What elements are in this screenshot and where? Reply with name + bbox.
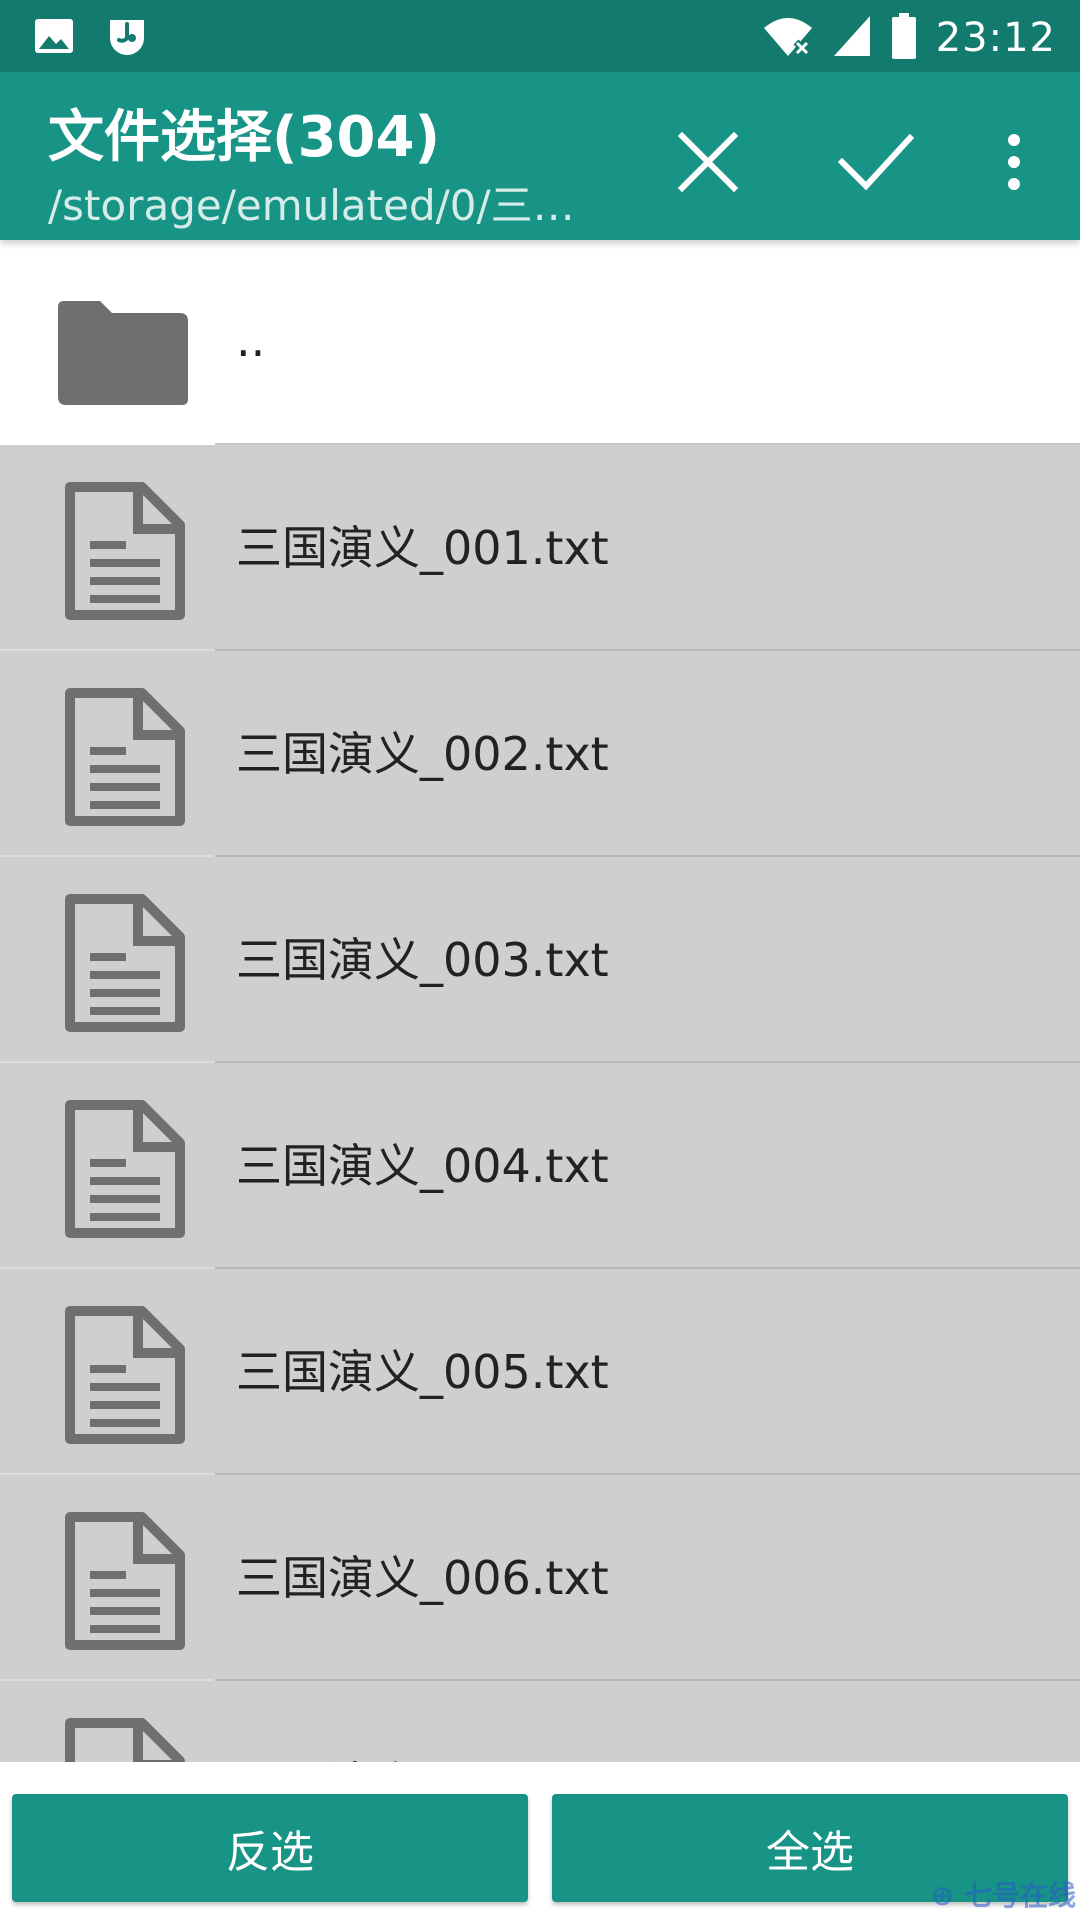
text-file-icon (65, 482, 185, 620)
status-right-icons: 23:12 (762, 12, 1056, 64)
parent-directory-label: .. (236, 313, 266, 367)
status-left-icons (34, 16, 148, 62)
text-file-icon (65, 1512, 185, 1650)
notification-app-icon (106, 16, 148, 62)
status-time: 23:12 (935, 15, 1056, 61)
text-file-icon (65, 894, 185, 1032)
file-list[interactable]: .. 三国演义_001.txt 三国演义_002.txt 三国演义_003.tx… (0, 240, 1080, 1762)
cancel-button[interactable] (660, 114, 756, 210)
file-row[interactable]: 三国演义_004.txt (0, 1063, 1080, 1269)
file-row[interactable]: 三国演义_007.txt (0, 1681, 1080, 1762)
status-bar: 23:12 (0, 0, 1080, 72)
file-row[interactable]: 三国演义_003.txt (0, 857, 1080, 1063)
more-options-button[interactable] (966, 114, 1062, 210)
file-name: 三国演义_007.txt (236, 1681, 609, 1762)
signal-icon (832, 14, 872, 62)
watermark-logo: ⊕ 七号在线 (930, 1879, 1076, 1912)
file-name: 三国演义_006.txt (236, 1551, 609, 1605)
more-vertical-icon (1008, 134, 1020, 190)
file-row[interactable]: 三国演义_002.txt (0, 651, 1080, 857)
file-row[interactable]: 三国演义_006.txt (0, 1475, 1080, 1681)
page-title: 文件选择(304) (48, 105, 441, 170)
battery-icon (890, 12, 918, 64)
check-icon (838, 133, 914, 191)
file-name: 三国演义_003.txt (236, 933, 609, 987)
file-row[interactable]: 三国演义_001.txt (0, 445, 1080, 651)
file-row[interactable]: 三国演义_005.txt (0, 1269, 1080, 1475)
file-name: 三国演义_004.txt (236, 1139, 609, 1193)
close-icon (677, 131, 739, 193)
text-file-icon (65, 688, 185, 826)
folder-icon (58, 301, 188, 405)
parent-directory-row[interactable]: .. (0, 240, 1080, 445)
confirm-button[interactable] (828, 114, 924, 210)
image-icon (34, 16, 74, 62)
app-bar: 文件选择(304) /storage/emulated/0/三国演义 (0, 72, 1080, 240)
file-name: 三国演义_005.txt (236, 1345, 609, 1399)
text-file-icon (65, 1100, 185, 1238)
invert-selection-button[interactable]: 反选 (12, 1794, 528, 1902)
text-file-icon (65, 1718, 185, 1762)
text-file-icon (65, 1306, 185, 1444)
wifi-off-icon (762, 14, 814, 62)
file-name: 三国演义_001.txt (236, 521, 609, 575)
file-name: 三国演义_002.txt (236, 727, 609, 781)
bottom-bar: 反选 全选 ⊕ 七号在线 (0, 1762, 1080, 1920)
current-path: /storage/emulated/0/三国演义 (48, 181, 608, 230)
